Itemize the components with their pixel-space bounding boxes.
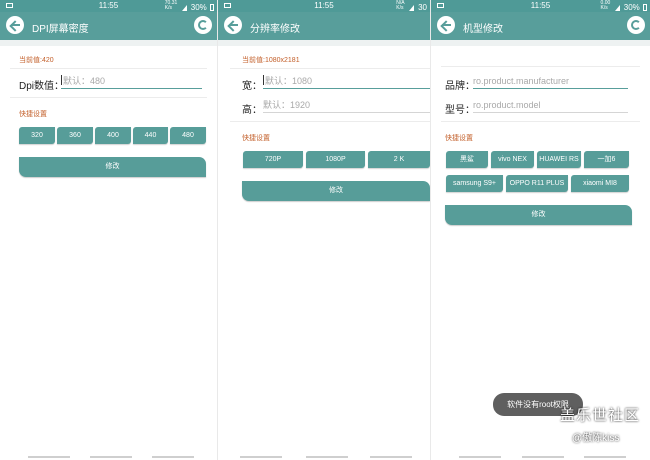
- model-input[interactable]: ro.product.model: [473, 99, 628, 113]
- dpi-option-button[interactable]: 440: [133, 127, 168, 144]
- net-speed: 70.31 K/s: [164, 0, 178, 11]
- width-field-label: 宽：: [242, 81, 262, 92]
- battery-icon: [643, 4, 647, 11]
- restore-icon[interactable]: [627, 16, 645, 34]
- watermark-author: @傲陈kiss: [572, 433, 620, 444]
- dpi-option-button[interactable]: 320: [19, 127, 55, 144]
- restore-icon[interactable]: [194, 16, 212, 34]
- brand-field-label: 品牌：: [445, 81, 475, 92]
- signal-icon: [181, 5, 187, 11]
- model-option-button[interactable]: HUAWEI RS: [537, 151, 581, 168]
- quick-settings-title: 快捷设置: [242, 135, 270, 142]
- height-input[interactable]: 默认：1920: [263, 99, 430, 113]
- header-shadow: [0, 40, 217, 46]
- status-bar: 11:55 0.00 K/s 30%: [431, 0, 650, 12]
- dpi-field-label: Dpi数值：: [19, 81, 65, 92]
- resolution-option-button[interactable]: 2 K: [368, 151, 430, 168]
- page-title: 机型修改: [463, 24, 503, 35]
- model-option-button[interactable]: xiaomi MI8: [571, 175, 629, 192]
- battery-icon: [210, 4, 214, 11]
- app-toolbar: 分辨率修改: [218, 12, 430, 40]
- nav-bar-indicator: [152, 456, 194, 458]
- page-title: DPI屏幕密度: [32, 24, 89, 35]
- divider: [230, 68, 430, 69]
- model-option-button[interactable]: 一加6: [584, 151, 629, 168]
- submit-button[interactable]: 修改: [445, 205, 632, 225]
- back-arrow-icon[interactable]: [6, 16, 24, 34]
- quick-settings-title: 快捷设置: [19, 111, 47, 118]
- nav-bar-indicator: [240, 456, 282, 458]
- divider: [441, 66, 640, 67]
- header-shadow: [431, 40, 650, 46]
- current-value: 当前值:1080x2181: [242, 57, 300, 64]
- net-speed: 0.00 K/s: [600, 0, 611, 11]
- nav-bar-indicator: [522, 456, 564, 458]
- nav-bar-indicator: [90, 456, 132, 458]
- dpi-option-button[interactable]: 400: [95, 127, 131, 144]
- nav-bar-indicator: [370, 456, 412, 458]
- submit-button[interactable]: 修改: [19, 157, 206, 177]
- signal-icon: [408, 5, 414, 11]
- dpi-input[interactable]: 默认：480: [61, 75, 202, 89]
- resolution-option-button[interactable]: 720P: [243, 151, 303, 168]
- page-title: 分辨率修改: [250, 24, 300, 35]
- status-bar: 11:55 N/A K/s 30: [218, 0, 430, 12]
- submit-button[interactable]: 修改: [242, 181, 430, 201]
- height-field-label: 高：: [242, 105, 262, 116]
- divider: [441, 121, 640, 122]
- divider: [10, 68, 207, 69]
- dpi-option-button[interactable]: 360: [57, 127, 93, 144]
- dpi-option-button[interactable]: 480: [170, 127, 206, 144]
- brand-input[interactable]: ro.product.manufacturer: [473, 75, 628, 89]
- net-speed: N/A K/s: [396, 0, 405, 11]
- app-toolbar: DPI屏幕密度: [0, 12, 217, 40]
- back-arrow-icon[interactable]: [437, 16, 455, 34]
- resolution-option-button[interactable]: 1080P: [306, 151, 365, 168]
- header-shadow: [218, 40, 430, 46]
- divider: [10, 97, 207, 98]
- width-input[interactable]: 默认：1080: [263, 75, 430, 89]
- model-option-button[interactable]: vivo NEX: [491, 151, 534, 168]
- current-value: 当前值:420: [19, 57, 54, 64]
- nav-bar-indicator: [28, 456, 70, 458]
- divider: [230, 121, 430, 122]
- status-bar: 11:55 70.31 K/s 30%: [0, 0, 217, 12]
- watermark-title: 盖乐世社区: [560, 407, 641, 424]
- model-field-label: 型号：: [445, 105, 475, 116]
- model-option-button[interactable]: 黑鲨: [446, 151, 488, 168]
- nav-bar-indicator: [459, 456, 501, 458]
- model-option-button[interactable]: samsung S9+: [446, 175, 503, 192]
- model-screen: 11:55 0.00 K/s 30% 机型修改 品牌： ro.product.ma…: [431, 0, 650, 460]
- nav-bar-indicator: [306, 456, 348, 458]
- back-arrow-icon[interactable]: [224, 16, 242, 34]
- signal-icon: [614, 5, 620, 11]
- app-toolbar: 机型修改: [431, 12, 650, 40]
- battery-percent: 30%: [623, 3, 640, 12]
- battery-percent: 30: [418, 3, 427, 12]
- resolution-screen: 11:55 N/A K/s 30 分辨率修改 当前值:1080x2181 宽： 默…: [218, 0, 430, 460]
- model-option-button[interactable]: OPPO R11 PLUS: [506, 175, 568, 192]
- battery-percent: 30%: [190, 3, 207, 12]
- nav-bar-indicator: [584, 456, 626, 458]
- quick-settings-title: 快捷设置: [445, 135, 473, 142]
- dpi-screen: 11:55 70.31 K/s 30% DPI屏幕密度 当前值:420 Dpi数值…: [0, 0, 217, 460]
